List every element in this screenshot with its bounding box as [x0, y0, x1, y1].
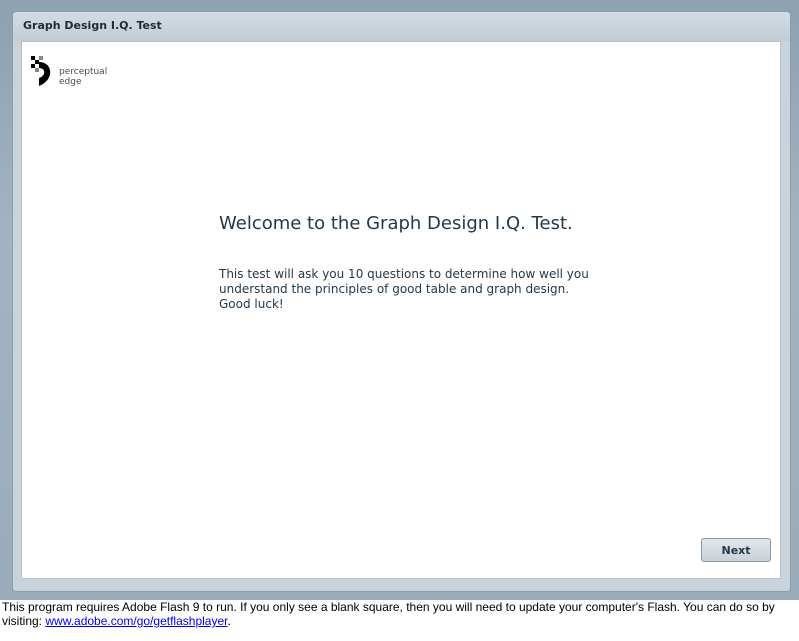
welcome-heading: Welcome to the Graph Design I.Q. Test.	[219, 213, 573, 234]
app-title: Graph Design I.Q. Test	[23, 19, 162, 32]
logo-wordmark: perceptual edge	[59, 67, 107, 87]
logo-line-1: perceptual	[59, 67, 108, 77]
logo-line-2: edge	[59, 77, 82, 87]
flash-player-link[interactable]: www.adobe.com/go/getflashplayer	[45, 614, 227, 628]
perceptual-edge-logo: perceptual edge	[31, 56, 121, 92]
footer-trailing: .	[227, 614, 231, 628]
logo-mark-icon	[31, 56, 51, 86]
flash-app-background: Graph Design I.Q. Test perceptual edge W…	[0, 0, 799, 600]
app-window: Graph Design I.Q. Test perceptual edge W…	[12, 11, 791, 592]
content-area: perceptual edge Welcome to the Graph Des…	[21, 41, 781, 579]
title-bar: Graph Design I.Q. Test	[13, 12, 790, 41]
flash-requirement-note: This program requires Adobe Flash 9 to r…	[2, 600, 797, 628]
next-button[interactable]: Next	[701, 538, 771, 562]
intro-text: This test will ask you 10 questions to d…	[219, 267, 589, 311]
